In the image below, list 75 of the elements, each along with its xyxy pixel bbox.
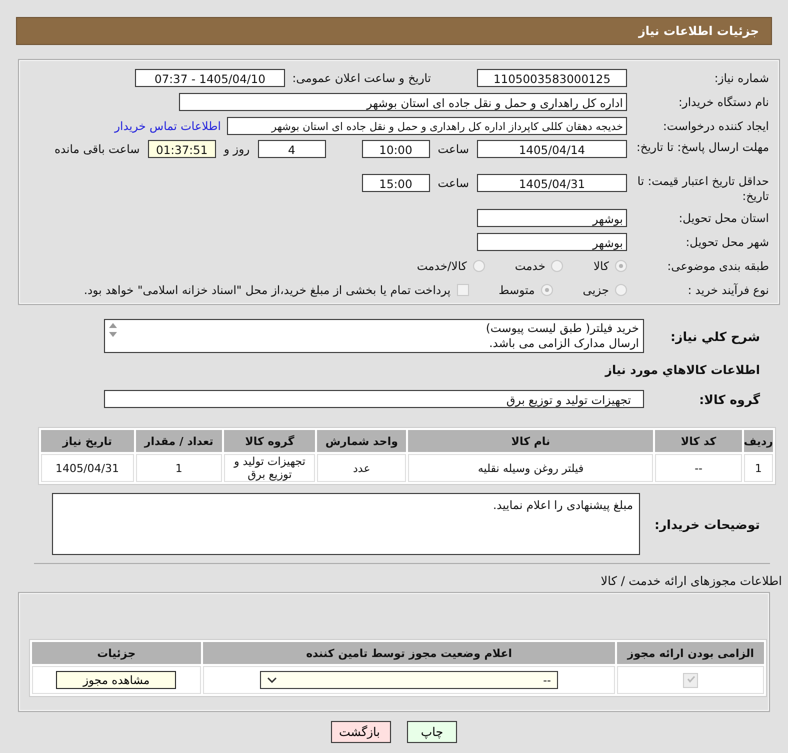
column-header: تعداد / مقدار [136,430,222,452]
text-field[interactable]: بوشهر [477,209,627,227]
field-label: نوع فرآیند خرید : [686,283,770,297]
view-permit-button[interactable]: مشاهده مجوز [56,671,176,689]
radio-button[interactable] [615,260,627,272]
text-field[interactable]: اداره کل راهداری و حمل و نقل جاده ای استان بوشهر [179,93,627,111]
remaining-field[interactable]: 01:37:51 [148,140,216,158]
table-cell: عدد [317,454,406,482]
time-label: ساعت [436,141,470,158]
table-cell: فیلتر روغن وسیله نقلیه [408,454,654,482]
table-cell: -- [655,454,742,482]
time-field[interactable]: 10:00 [362,140,430,158]
column-header: اعلام وضعیت مجوز توسط تامین کننده [202,642,616,664]
option-label: پرداخت تمام یا بخشی از مبلغ خرید،از محل "اسناد خزانه اسلامی" خواهد بود. [84,283,451,297]
table-cell: تجهیزات تولید و توزیع برق [224,454,316,482]
option-label: کالا/خدمت [416,259,467,273]
column-header: نام کالا [408,430,654,452]
description-field[interactable]: خريد فيلتر( طبق ليست پيوست) ارسال مدارک الزامی می باشد. [104,319,644,353]
radio-button[interactable] [615,284,627,296]
section-title: اطلاعات مجوزهای ارائه خدمت / کالا [600,574,782,588]
text-field[interactable]: بوشهر [477,233,627,251]
option-label: متوسط [498,283,535,297]
notes-field[interactable]: مبلغ پیشنهادی را اعلام نمایید. [52,493,640,555]
print-button[interactable]: چاپ [407,721,457,743]
days-label: روز و [222,141,251,158]
option-label: خدمت [514,259,546,273]
text-field[interactable]: 1105003583000125 [477,69,627,87]
column-header: تاریخ نیاز [41,430,134,452]
field-label: استان محل تحویل: [678,211,770,225]
remaining-label: ساعت باقی مانده [54,141,141,158]
table-cell: 1405/04/31 [41,454,134,482]
text-field[interactable]: خدیجه دهقان کللی کاپرداز اداره کل راهداری و حمل و نقل جاده ای استان بوشهر [227,117,627,135]
time-label: ساعت [436,175,470,192]
section-title: اطلاعات کالاهاي مورد نياز [604,363,760,377]
field-label: طبقه بندی موضوعی: [666,259,770,273]
field-label: گروه کالا: [698,392,761,406]
date-field[interactable]: 1405/04/31 [477,174,627,192]
column-header: الزامی بودن ارائه مجوز [617,642,764,664]
field-label: حداقل تاریخ اعتبار قیمت: تا تاریخ: [636,174,770,204]
field-label: شماره نیاز: [713,71,770,85]
field-label: نام دستگاه خریدار: [677,95,770,109]
checkbox[interactable] [456,284,469,296]
time-field[interactable]: 15:00 [362,174,430,192]
table-cell: 1 [136,454,222,482]
field-label: شرح کلي نياز: [670,328,761,344]
field-label: مهلت ارسال پاسخ: تا تاریخ: [635,140,770,155]
text-line: خريد فيلتر( طبق ليست پيوست) [484,321,639,336]
text-field[interactable]: تجهیزات تولید و توزیع برق [104,390,644,408]
text-line: ارسال مدارک الزامی می باشد. [488,336,639,351]
column-header: گروه کالا [224,430,316,452]
scroll-arrows-icon[interactable] [108,322,118,338]
page-title: جزئیات اطلاعات نیاز [638,24,759,38]
option-label: جزیی [582,283,609,297]
field-label: شهر محل تحویل: [684,235,770,249]
date-field[interactable]: 1405/04/14 [477,140,627,158]
contact-link[interactable]: اطلاعات تماس خریدار [114,119,221,133]
field-label: تاریخ و ساعت اعلان عمومی: [291,71,431,85]
column-header: جزئیات [32,642,201,664]
column-header: ردیف [744,430,773,452]
checkbox[interactable] [683,672,698,688]
status-dropdown[interactable]: -- [260,671,558,689]
back-button[interactable]: بازگشت [331,721,391,743]
option-label: کالا [593,259,609,273]
column-header: واحد شمارش [317,430,406,452]
field-label: ایجاد کننده درخواست: [662,119,770,133]
radio-button[interactable] [472,260,485,272]
check-icon [686,674,696,684]
days-field[interactable]: 4 [258,140,326,158]
table-cell: 1 [744,454,773,482]
text-field[interactable]: 1405/04/10 - 07:37 [135,69,285,87]
radio-button[interactable] [540,284,553,296]
column-header: کد کالا [655,430,742,452]
field-label: توضیحات خریدار: [653,516,761,532]
caret-icon [267,677,278,683]
radio-button[interactable] [551,260,564,272]
